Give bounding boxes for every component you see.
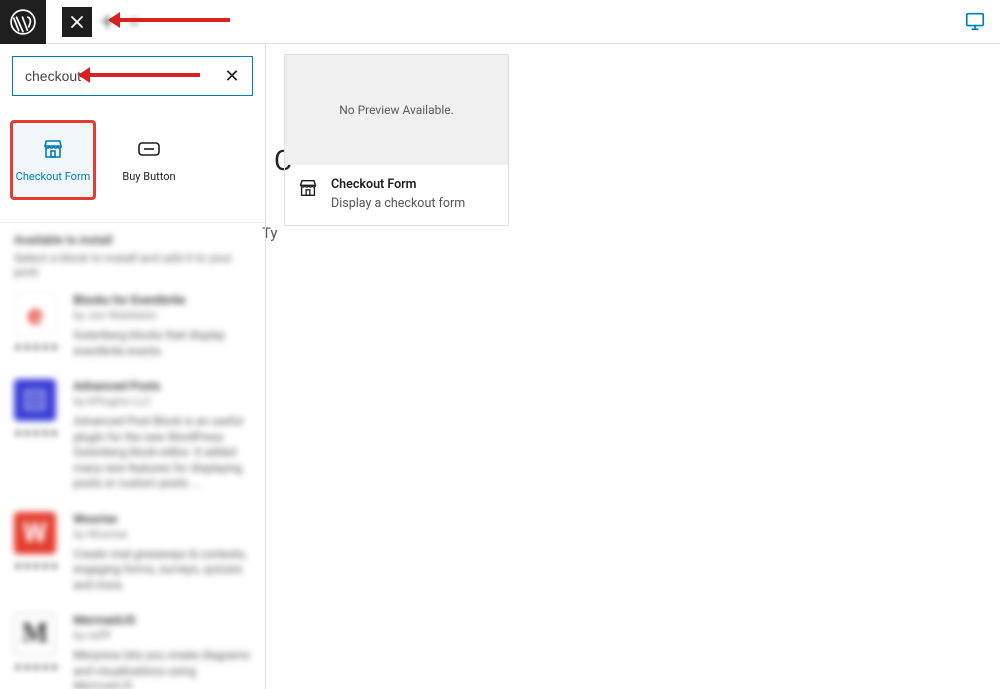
plugin-title: Blocks for Eventbrite: [73, 293, 251, 307]
desktop-icon: [964, 10, 986, 32]
install-heading: Available to install: [14, 233, 251, 247]
block-label: Buy Button: [122, 170, 175, 183]
plugin-author: by Jon Waldstein: [73, 309, 251, 322]
install-item[interactable]: M ★★★★★ MermaidJS by nefff Merpress lets…: [14, 613, 251, 689]
clear-search-button[interactable]: ✕: [220, 64, 244, 88]
close-icon: ✕: [224, 66, 239, 87]
plugin-description: Advanced Post Block is an useful plugin …: [73, 414, 251, 492]
plugin-title: MermaidJS: [73, 613, 251, 627]
close-inserter-button[interactable]: [62, 7, 92, 37]
rating-stars: ★★★★★: [14, 562, 59, 572]
plugin-thumb: e: [14, 293, 56, 335]
rating-stars: ★★★★★: [14, 343, 59, 353]
preview-placeholder: No Preview Available.: [285, 55, 508, 165]
editor-canvas: C Ty No Preview Available. Checkout Form…: [266, 44, 1000, 689]
store-icon: [41, 137, 65, 161]
wordpress-icon: [10, 9, 36, 35]
preview-desktop-button[interactable]: [964, 10, 986, 36]
block-label: Checkout Form: [16, 170, 91, 183]
rating-stars: ★★★★★: [14, 663, 59, 673]
preview-block-description: Display a checkout form: [331, 196, 465, 211]
block-buy-button[interactable]: Buy Button: [106, 120, 192, 200]
plugin-thumb: [14, 379, 56, 421]
install-item[interactable]: W ★★★★★ Woorise by Woorise Create viral …: [14, 512, 251, 594]
block-checkout-form[interactable]: Checkout Form: [10, 120, 96, 200]
install-item[interactable]: e ★★★★★ Blocks for Eventbrite by Jon Wal…: [14, 293, 251, 359]
annotation-arrow: [110, 18, 230, 22]
wordpress-logo[interactable]: [0, 0, 46, 44]
plugin-description: Gutenberg blocks that display eventbrite…: [73, 328, 251, 359]
block-search-results: Checkout Form Buy Button: [0, 108, 265, 223]
button-icon: [138, 142, 160, 156]
plugin-description: Create viral giveaways & contests, engag…: [73, 547, 251, 594]
close-icon: [69, 14, 85, 30]
block-preview-card: No Preview Available. Checkout Form Disp…: [284, 54, 509, 226]
store-icon: [297, 177, 319, 199]
annotation-arrow: [80, 73, 200, 77]
plugin-author: by Woorise: [73, 528, 251, 541]
install-subheading: Select a block to install and add it to …: [14, 251, 251, 279]
plugin-author: by nefff: [73, 629, 251, 642]
plugin-title: Woorise: [73, 512, 251, 526]
preview-block-title: Checkout Form: [331, 177, 465, 192]
plugin-description: Merpress lets you create diagrams and vi…: [73, 648, 251, 689]
plugin-author: by bPlugins LLC: [73, 395, 251, 408]
editor-topbar: +: [0, 0, 1000, 44]
rating-stars: ★★★★★: [14, 429, 59, 439]
plugin-title: Advanced Posts: [73, 379, 251, 393]
install-item[interactable]: ★★★★★ Advanced Posts by bPlugins LLC Adv…: [14, 379, 251, 492]
block-inserter-panel: ✕ Checkout Form: [0, 44, 266, 689]
plugin-thumb: W: [14, 512, 56, 554]
plugin-thumb: M: [14, 613, 56, 655]
available-to-install-section: Available to install Select a block to i…: [0, 223, 265, 689]
